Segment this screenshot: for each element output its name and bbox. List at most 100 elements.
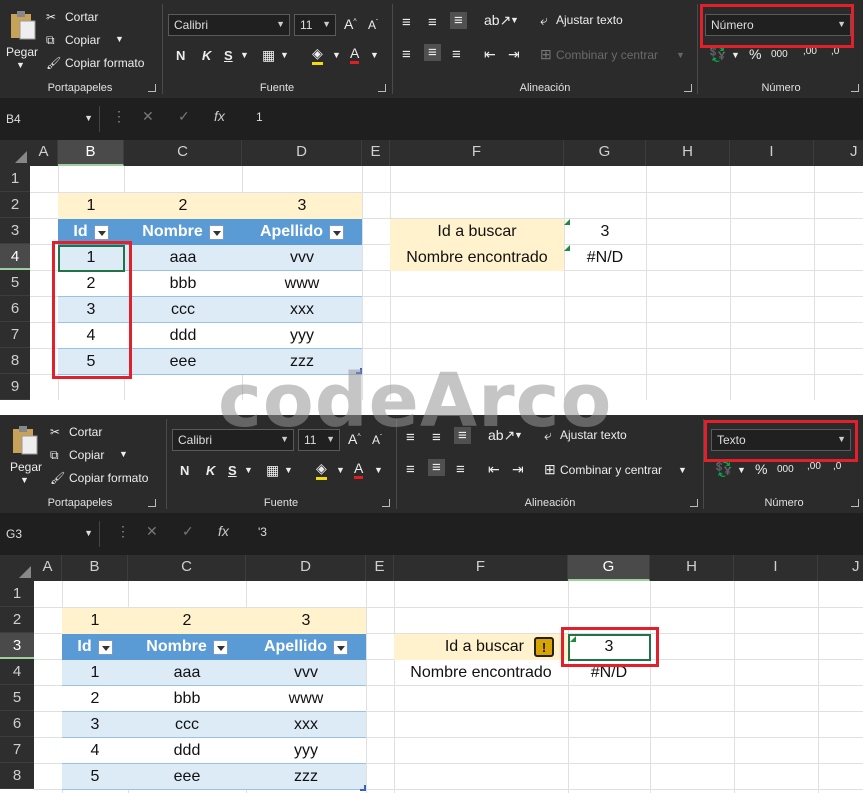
col-header-h[interactable]: H bbox=[646, 140, 730, 166]
name-box[interactable]: B4 ▼ bbox=[0, 106, 100, 132]
header-nombre[interactable]: Nombre bbox=[124, 219, 242, 245]
table-cell[interactable]: aaa bbox=[124, 245, 242, 271]
align-right-icon[interactable]: ≡ bbox=[456, 461, 465, 478]
col-header-e[interactable]: E bbox=[362, 140, 390, 166]
copy-button[interactable]: Copiar bbox=[65, 33, 100, 47]
fill-color-icon[interactable]: ◈ bbox=[312, 45, 323, 65]
col-header-f[interactable]: F bbox=[394, 555, 568, 581]
table-cell[interactable]: eee bbox=[128, 764, 246, 790]
col-header-d[interactable]: D bbox=[246, 555, 366, 581]
row-header-3[interactable]: 3 bbox=[0, 633, 34, 659]
bold-button[interactable]: N bbox=[180, 463, 189, 478]
format-painter-button[interactable]: Copiar formato bbox=[69, 471, 148, 485]
thousands-button[interactable]: 000 bbox=[777, 464, 794, 475]
filter-dropdown-icon[interactable] bbox=[97, 639, 113, 655]
alignment-launcher-icon[interactable] bbox=[690, 499, 698, 507]
cut-button[interactable]: Cortar bbox=[69, 425, 102, 439]
chevron-down-icon[interactable]: ▼ bbox=[240, 50, 249, 60]
increase-font-icon[interactable]: A^ bbox=[344, 16, 357, 32]
col-header-a[interactable]: A bbox=[34, 555, 62, 581]
decrease-indent-icon[interactable]: ⇤ bbox=[484, 46, 496, 63]
col-header-a[interactable]: A bbox=[30, 140, 58, 166]
row-header-3[interactable]: 3 bbox=[0, 218, 30, 244]
col-header-g[interactable]: G bbox=[568, 555, 650, 581]
lookup-label-cell[interactable]: Id a buscar bbox=[390, 219, 564, 245]
underline-button[interactable]: S bbox=[228, 463, 237, 478]
cancel-icon[interactable]: ✕ bbox=[146, 523, 158, 540]
table-cell[interactable]: ccc bbox=[128, 712, 246, 738]
cell-d2[interactable]: 3 bbox=[246, 608, 366, 634]
row-header-7[interactable]: 7 bbox=[0, 737, 34, 763]
filter-dropdown-icon[interactable] bbox=[212, 639, 228, 655]
col-header-j[interactable]: J bbox=[814, 140, 863, 166]
borders-icon[interactable]: ▦ bbox=[262, 47, 275, 64]
filter-dropdown-icon[interactable] bbox=[208, 224, 224, 240]
function-icon[interactable]: fx bbox=[218, 523, 229, 539]
table-cell[interactable]: bbb bbox=[124, 271, 242, 297]
row-header-8[interactable]: 8 bbox=[0, 763, 34, 789]
filter-dropdown-icon[interactable] bbox=[329, 224, 345, 240]
decrease-indent-icon[interactable]: ⇤ bbox=[488, 461, 500, 478]
percent-button[interactable]: % bbox=[755, 461, 767, 477]
align-top-icon[interactable]: ≡ bbox=[402, 14, 411, 31]
table-cell[interactable]: yyy bbox=[246, 738, 366, 764]
font-launcher-icon[interactable] bbox=[378, 84, 386, 92]
font-size-select[interactable]: 11 ▼ bbox=[294, 14, 336, 36]
align-right-icon[interactable]: ≡ bbox=[452, 46, 461, 63]
col-header-b[interactable]: B bbox=[58, 140, 124, 166]
col-header-e[interactable]: E bbox=[366, 555, 394, 581]
paste-icon[interactable] bbox=[8, 423, 42, 457]
row-header-2[interactable]: 2 bbox=[0, 192, 30, 218]
formula-input[interactable]: '3 bbox=[258, 525, 267, 539]
merge-center-button[interactable]: Combinar y centrar bbox=[556, 48, 658, 62]
cut-button[interactable]: Cortar bbox=[65, 10, 98, 24]
chevron-down-icon[interactable]: ▼ bbox=[678, 465, 687, 475]
result-label-cell[interactable]: Nombre encontrado bbox=[394, 660, 568, 686]
underline-button[interactable]: S bbox=[224, 48, 233, 63]
row-header-9[interactable]: 9 bbox=[0, 374, 30, 400]
table-cell[interactable]: ccc bbox=[124, 297, 242, 323]
align-center-icon[interactable]: ≡ bbox=[428, 459, 445, 476]
copy-button[interactable]: Copiar bbox=[69, 448, 104, 462]
header-apellido[interactable]: Apellido bbox=[242, 219, 362, 245]
lookup-value-cell[interactable]: 3 bbox=[564, 219, 646, 245]
wrap-text-button[interactable]: Ajustar texto bbox=[556, 13, 623, 27]
table-cell[interactable]: 5 bbox=[62, 764, 128, 790]
header-apellido[interactable]: Apellido bbox=[246, 634, 366, 660]
paste-label[interactable]: Pegar bbox=[10, 460, 42, 474]
table-cell[interactable]: ddd bbox=[124, 323, 242, 349]
col-header-i[interactable]: I bbox=[730, 140, 814, 166]
copy-dropdown-icon[interactable]: ▼ bbox=[115, 34, 124, 44]
name-box[interactable]: G3 ▼ bbox=[0, 521, 100, 547]
table-resize-handle[interactable] bbox=[360, 785, 366, 791]
copy-dropdown-icon[interactable]: ▼ bbox=[119, 449, 128, 459]
align-middle-icon[interactable]: ≡ bbox=[428, 14, 437, 31]
table-cell[interactable]: vvv bbox=[242, 245, 362, 271]
number-launcher-icon[interactable] bbox=[851, 84, 859, 92]
row-header-1[interactable]: 1 bbox=[0, 166, 30, 192]
table-cell[interactable]: xxx bbox=[246, 712, 366, 738]
col-header-d[interactable]: D bbox=[242, 140, 362, 166]
row-header-2[interactable]: 2 bbox=[0, 607, 34, 633]
header-id[interactable]: Id bbox=[62, 634, 128, 660]
filter-dropdown-icon[interactable] bbox=[93, 224, 109, 240]
clipboard-launcher-icon[interactable] bbox=[148, 499, 156, 507]
table-cell[interactable]: yyy bbox=[242, 323, 362, 349]
formula-input[interactable]: 1 bbox=[256, 110, 263, 124]
paste-label[interactable]: Pegar bbox=[6, 45, 38, 59]
table-cell[interactable]: bbb bbox=[128, 686, 246, 712]
col-header-b[interactable]: B bbox=[62, 555, 128, 581]
warning-icon[interactable]: ! bbox=[534, 637, 554, 657]
percent-button[interactable]: % bbox=[749, 46, 761, 62]
row-header-5[interactable]: 5 bbox=[0, 270, 30, 296]
col-header-i[interactable]: I bbox=[734, 555, 818, 581]
cancel-icon[interactable]: ✕ bbox=[142, 108, 154, 125]
table-cell[interactable]: 3 bbox=[62, 712, 128, 738]
align-left-icon[interactable]: ≡ bbox=[406, 461, 415, 478]
chevron-down-icon[interactable]: ▼ bbox=[332, 50, 341, 60]
chevron-down-icon[interactable]: ▼ bbox=[510, 15, 519, 25]
function-icon[interactable]: fx bbox=[214, 108, 225, 124]
select-all-corner[interactable] bbox=[0, 555, 34, 581]
italic-button[interactable]: K bbox=[206, 463, 215, 478]
font-launcher-icon[interactable] bbox=[382, 499, 390, 507]
